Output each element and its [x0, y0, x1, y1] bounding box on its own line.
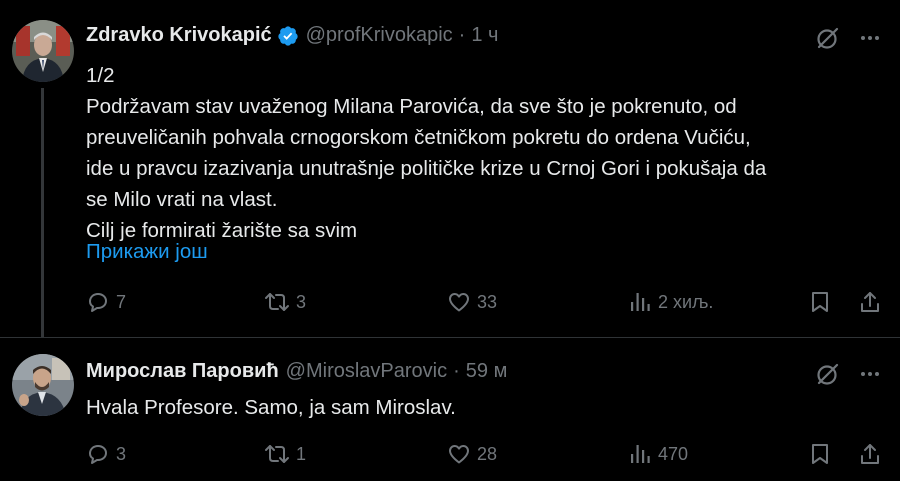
separator-dot: ·: [458, 24, 466, 46]
more-icon[interactable]: [854, 358, 886, 390]
verified-badge-icon: [277, 25, 299, 47]
avatar[interactable]: [12, 20, 74, 82]
reply-icon: [89, 293, 107, 312]
repost-button[interactable]: 3: [264, 286, 306, 318]
like-button[interactable]: 28: [447, 438, 497, 470]
tweet-header: Мирослав Паровић @MiroslavParovic · 59 м: [86, 360, 507, 383]
views-count: 2 хиљ.: [658, 291, 714, 312]
reply-button[interactable]: 7: [86, 286, 126, 318]
tweet-parovic[interactable]: Мирослав Паровић @MiroslavParovic · 59 м…: [0, 337, 900, 481]
share-icon: [861, 444, 879, 464]
views-icon: [631, 445, 650, 463]
author-handle[interactable]: @profKrivokapic: [306, 24, 453, 47]
tweet-actions: 7 3 33 2 хиљ.: [0, 286, 900, 318]
reply-button[interactable]: 3: [86, 438, 126, 470]
like-count: 33: [477, 291, 498, 312]
heart-icon: [449, 445, 469, 464]
views-icon: [631, 293, 650, 311]
bookmark-button[interactable]: [808, 438, 832, 470]
grok-icon[interactable]: [812, 358, 844, 390]
share-icon: [861, 292, 879, 312]
tweet-time[interactable]: 59 м: [466, 360, 508, 383]
reply-count: 7: [116, 291, 127, 312]
more-icon[interactable]: [854, 22, 886, 54]
tweet-text-line: 1/2: [86, 64, 115, 87]
reply-icon: [89, 445, 107, 464]
bookmark-icon: [812, 292, 828, 312]
repost-icon: [265, 445, 289, 463]
repost-count: 3: [296, 291, 307, 312]
author-handle[interactable]: @MiroslavParovic: [286, 360, 447, 383]
tweet-text-line: preuveličanih pohvala crnogorskom četnič…: [86, 126, 751, 149]
views-button[interactable]: 2 хиљ.: [628, 286, 713, 318]
avatar[interactable]: [12, 354, 74, 416]
views-button[interactable]: 470: [628, 438, 688, 470]
repost-count: 1: [296, 443, 307, 464]
tweet-header: Zdravko Krivokapić @profKrivokapic · 1 ч: [86, 24, 498, 47]
views-count: 470: [658, 443, 689, 464]
tweet-krivokapic[interactable]: Zdravko Krivokapić @profKrivokapic · 1 ч…: [0, 0, 900, 337]
tweet-time[interactable]: 1 ч: [471, 24, 498, 47]
tweet-text: 1/2 Podržavam stav uvaženog Milana Parov…: [86, 60, 866, 246]
tweet-text: Hvala Profesore. Samo, ja sam Miroslav.: [86, 396, 456, 419]
share-button[interactable]: [858, 286, 882, 318]
bookmark-icon: [812, 444, 828, 464]
heart-icon: [449, 293, 469, 312]
tweet-actions: 3 1 28 470: [0, 438, 900, 470]
repost-button[interactable]: 1: [264, 438, 306, 470]
separator-dot: ·: [453, 360, 460, 382]
show-more-link[interactable]: Прикажи још: [86, 240, 208, 264]
tweet-text-line: ide u pravcu izazivanja unutrašnje polit…: [86, 157, 767, 180]
like-count: 28: [477, 443, 498, 464]
bookmark-button[interactable]: [808, 286, 832, 318]
grok-icon[interactable]: [812, 22, 844, 54]
reply-count: 3: [116, 443, 127, 464]
author-name[interactable]: Zdravko Krivokapić: [86, 24, 272, 47]
repost-icon: [265, 293, 289, 311]
tweet-text-line: Podržavam stav uvaženog Milana Parovića,…: [86, 95, 737, 118]
author-name[interactable]: Мирослав Паровић: [86, 360, 279, 383]
like-button[interactable]: 33: [447, 286, 497, 318]
tweet-text-line: se Milo vrati na vlast.: [86, 188, 278, 211]
share-button[interactable]: [858, 438, 882, 470]
